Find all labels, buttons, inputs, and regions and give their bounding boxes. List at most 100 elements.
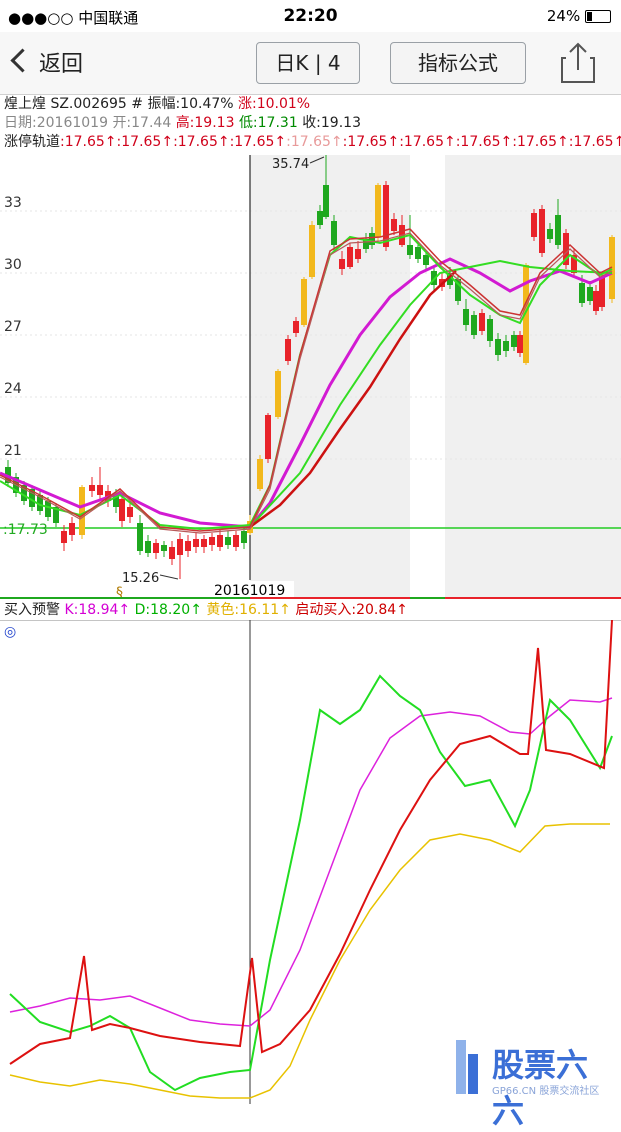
candle-body [579, 283, 585, 303]
candle-body [593, 291, 599, 311]
candle-body [487, 319, 493, 341]
status-bar: ●●●○○ 中国联通 22:20 24% [0, 0, 621, 32]
rail-value: :17.65↑ [116, 134, 174, 150]
candle-body [471, 315, 477, 335]
candle-body [317, 211, 323, 225]
period-strip-green [0, 597, 250, 599]
indicator-header: 买入预警 K:18.94↑ D:18.20↑ 黄色:16.11↑ 启动买入:20… [0, 600, 621, 620]
high-value: 高:19.13 [175, 115, 235, 131]
min-price-label: 15.26 [122, 571, 159, 586]
period-button[interactable]: 日K | 4 [256, 42, 360, 84]
indicator-title: 买入预警 [4, 602, 60, 618]
candle-body [511, 335, 517, 347]
candle-body [137, 523, 143, 551]
k-value: K:18.94↑ [64, 602, 131, 618]
candle-body [169, 547, 175, 559]
chevron-left-icon [10, 48, 35, 73]
candle-body [323, 185, 329, 217]
candle-body [309, 225, 315, 277]
indicator-chart[interactable]: ◎ [0, 620, 621, 1104]
candle-body [217, 535, 223, 547]
candle-body [89, 485, 95, 491]
candle-body [265, 415, 271, 459]
y-tick-label: 30 [4, 257, 22, 273]
candle-body [61, 531, 67, 543]
event-marker: § [116, 585, 123, 599]
candle-body [45, 501, 51, 517]
candle-body [233, 535, 239, 547]
candle-body [347, 247, 353, 267]
candle-body [153, 543, 159, 553]
candle-body [415, 247, 421, 259]
y-tick-label: 21 [4, 443, 22, 459]
candle-body [463, 309, 469, 325]
circle-marker-icon: ◎ [4, 624, 16, 640]
candle-body [339, 259, 345, 269]
candle-body [331, 221, 337, 245]
formula-button[interactable]: 指标公式 [390, 42, 526, 84]
period-strip-green [410, 597, 445, 599]
share-icon[interactable] [560, 42, 596, 84]
rail-value: :17.65↑ [399, 134, 456, 150]
candle-body [495, 339, 501, 355]
date-label: 20161019 [214, 583, 285, 599]
candle-body [241, 531, 247, 543]
candle-body [407, 245, 413, 255]
yellow-value: 黄色:16.11↑ [206, 602, 291, 618]
level-label: :17.73 [3, 522, 48, 538]
low-value: 低:17.31 [238, 115, 298, 131]
candle-body [391, 219, 397, 231]
candle-body [555, 215, 561, 245]
candle-body [161, 545, 167, 551]
candle-body [587, 287, 593, 301]
candle-body [145, 541, 151, 553]
candle-body [479, 313, 485, 331]
nav-bar: 返回 日K | 4 指标公式 [0, 32, 621, 95]
candle-body [285, 339, 291, 361]
rail-value: :17.65↑ [455, 134, 513, 150]
amplitude: # 振幅:10.47% [131, 96, 234, 112]
back-label: 返回 [39, 52, 84, 77]
candle-body [539, 209, 545, 253]
candle-body [193, 539, 199, 547]
start-buy-value: 启动买入:20.84↑ [295, 602, 408, 618]
rail-value: :17.65↑ [173, 134, 230, 150]
rail-value: :17.65↑ [512, 134, 569, 150]
rail-value: :17.65↑ [286, 134, 343, 150]
candle-body [383, 185, 389, 247]
candle-body [209, 537, 215, 545]
candle-body [69, 523, 75, 535]
candle-body [517, 335, 523, 353]
candle-body [369, 233, 375, 245]
candle-body [185, 541, 191, 551]
open-value: 开:17.44 [112, 115, 172, 131]
candle-body [355, 249, 361, 259]
stock-info: 煌上煌 SZ.002695 # 振幅:10.47% 涨:10.01% 日期:20… [0, 95, 621, 155]
rail-value: :17.65↑ [60, 134, 117, 150]
back-button[interactable]: 返回 [10, 46, 84, 78]
candle-body [201, 539, 207, 547]
d-value: D:18.20↑ [134, 602, 202, 618]
candle-body [119, 499, 125, 521]
y-tick-label: 24 [4, 381, 22, 397]
candlestick-chart[interactable]: 33 30 27 24 21:17.73 35.74 15.26§ 20161019 [0, 155, 621, 599]
close-value: 收:19.13 [302, 115, 361, 131]
change-pct: 涨:10.01% [238, 96, 311, 112]
candle-body [79, 487, 85, 535]
candle-body [97, 485, 103, 495]
max-price-label: 35.74 [272, 157, 309, 172]
battery-indicator: 24% [547, 7, 611, 25]
y-tick-label: 27 [4, 319, 22, 335]
watermark: 股票六六 GP66.CN 股票交流社区 [454, 1038, 614, 1130]
battery-icon [585, 10, 611, 23]
rail-value: :17.65↑ [568, 134, 621, 150]
rail-values: :17.65↑:17.65↑:17.65↑:17.65↑:17.65↑:17.6… [60, 134, 621, 150]
candle-body [547, 229, 553, 239]
candle-body [301, 279, 307, 325]
candle-body [177, 539, 183, 555]
indicator-background [0, 620, 621, 1104]
stock-name: 煌上煌 SZ.002695 [4, 96, 127, 112]
rail-value: :17.65↑ [229, 134, 287, 150]
candle-body [127, 507, 133, 517]
watermark-logo-icon [456, 1040, 478, 1094]
